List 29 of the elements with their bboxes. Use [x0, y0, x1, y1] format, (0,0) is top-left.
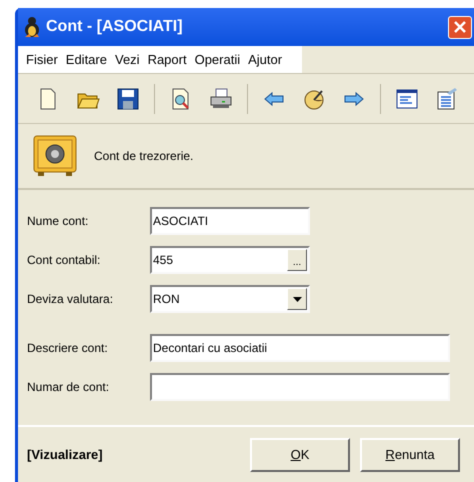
field-label: Cont contabil: — [27, 252, 102, 269]
window-title: Cont - [ASOCIATI] — [46, 17, 183, 37]
menu-item[interactable]: Ajutor — [244, 50, 286, 70]
browse-button[interactable]: ... — [287, 249, 307, 271]
menu-item[interactable]: Fisier — [22, 50, 62, 70]
menu-item[interactable]: Operatii — [190, 50, 244, 70]
dialog-button[interactable]: OK — [250, 438, 350, 472]
input-field[interactable]: 455 ... — [150, 246, 310, 274]
field-label: Numar de cont: — [27, 379, 110, 396]
menu-item[interactable]: Editare — [62, 50, 111, 70]
input-field[interactable] — [150, 373, 450, 401]
account-type-text: Cont de trezorerie. — [94, 148, 194, 165]
field-label: Nume cont: — [27, 213, 90, 230]
close-icon — [454, 21, 466, 33]
properties-sheet-icon — [435, 86, 459, 110]
menu-item[interactable]: Vezi — [110, 50, 144, 70]
list-window-icon — [395, 86, 419, 110]
mode-status: [Vizualizare] — [27, 446, 103, 464]
menu-item[interactable]: Raport — [144, 50, 191, 70]
input-field[interactable]: Decontari cu asociatii — [150, 334, 450, 362]
field-label: Descriere cont: — [27, 340, 109, 357]
close-button[interactable] — [448, 16, 472, 38]
field-label: Deviza valutara: — [27, 291, 114, 308]
printer-icon — [209, 86, 233, 110]
dropdown[interactable]: RON — [150, 285, 310, 313]
input-field[interactable]: ASOCIATI — [150, 207, 310, 235]
penguin-icon — [22, 16, 42, 38]
dialog-button[interactable]: Renunta — [360, 438, 460, 472]
safe-icon — [33, 135, 77, 177]
